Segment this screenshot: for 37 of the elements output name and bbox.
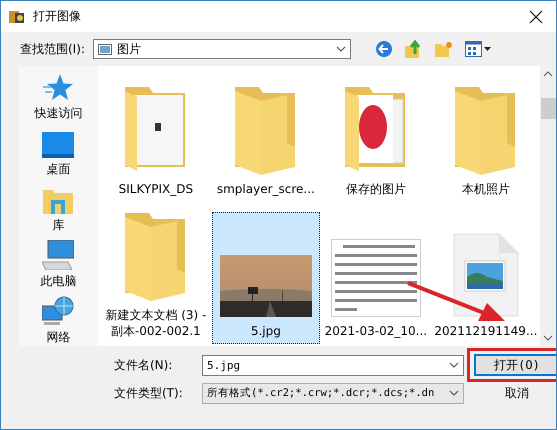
file-item[interactable]: 新建文本文档 (3) - 副本-002-002.1 bbox=[102, 212, 210, 344]
file-name-label: 文件名(N): bbox=[114, 356, 174, 374]
new-folder-button[interactable] bbox=[432, 41, 455, 57]
sidebar-item[interactable]: 桌面 bbox=[42, 128, 74, 178]
picture-folder-icon bbox=[98, 44, 112, 54]
file-item[interactable]: 202112191149... bbox=[432, 212, 540, 344]
sidebar-item[interactable]: 网络 bbox=[42, 296, 74, 346]
file-item[interactable]: 5.jpg bbox=[212, 212, 320, 344]
file-item[interactable]: 本机照片 bbox=[432, 70, 540, 202]
look-in-dropdown[interactable]: 图片 bbox=[92, 39, 351, 59]
desktop-icon bbox=[42, 132, 74, 158]
look-in-label: 查找范围(I): bbox=[20, 40, 85, 58]
star-icon bbox=[43, 74, 74, 102]
app-icon bbox=[9, 8, 25, 24]
chevron-down-icon bbox=[336, 46, 346, 52]
chevron-down-icon bbox=[449, 362, 459, 368]
scroll-thumb[interactable] bbox=[540, 98, 556, 119]
file-item[interactable]: SILKYPIX_DS bbox=[102, 70, 210, 202]
window-title: 打开图像 bbox=[33, 8, 82, 25]
chevron-down-icon bbox=[449, 390, 459, 396]
file-item[interactable]: 保存的图片 bbox=[322, 70, 430, 202]
sidebar-item[interactable]: 此电脑 bbox=[40, 240, 76, 290]
computer-icon bbox=[42, 240, 74, 270]
library-icon bbox=[43, 188, 74, 214]
network-icon bbox=[42, 296, 74, 326]
file-item[interactable]: smplayer_scre... bbox=[212, 70, 320, 202]
sidebar-item[interactable]: 库 bbox=[43, 184, 74, 234]
close-icon bbox=[529, 10, 543, 24]
image-file-icon bbox=[452, 233, 519, 317]
view-menu-button[interactable] bbox=[462, 41, 493, 57]
file-type-dropdown[interactable]: 所有格式(*.cr2;*.crw;*.dcr;*.dcs;*.dn bbox=[202, 382, 464, 404]
file-item[interactable]: 2021-03-02_10... bbox=[322, 212, 430, 344]
sidebar-item[interactable]: 快速访问 bbox=[34, 72, 82, 122]
open-button[interactable]: 打开(O) bbox=[474, 354, 556, 376]
file-name-field[interactable]: 5.jpg bbox=[202, 354, 464, 376]
file-type-label: 文件类型(T): bbox=[114, 384, 184, 402]
cancel-button[interactable]: 取消 bbox=[474, 382, 556, 404]
